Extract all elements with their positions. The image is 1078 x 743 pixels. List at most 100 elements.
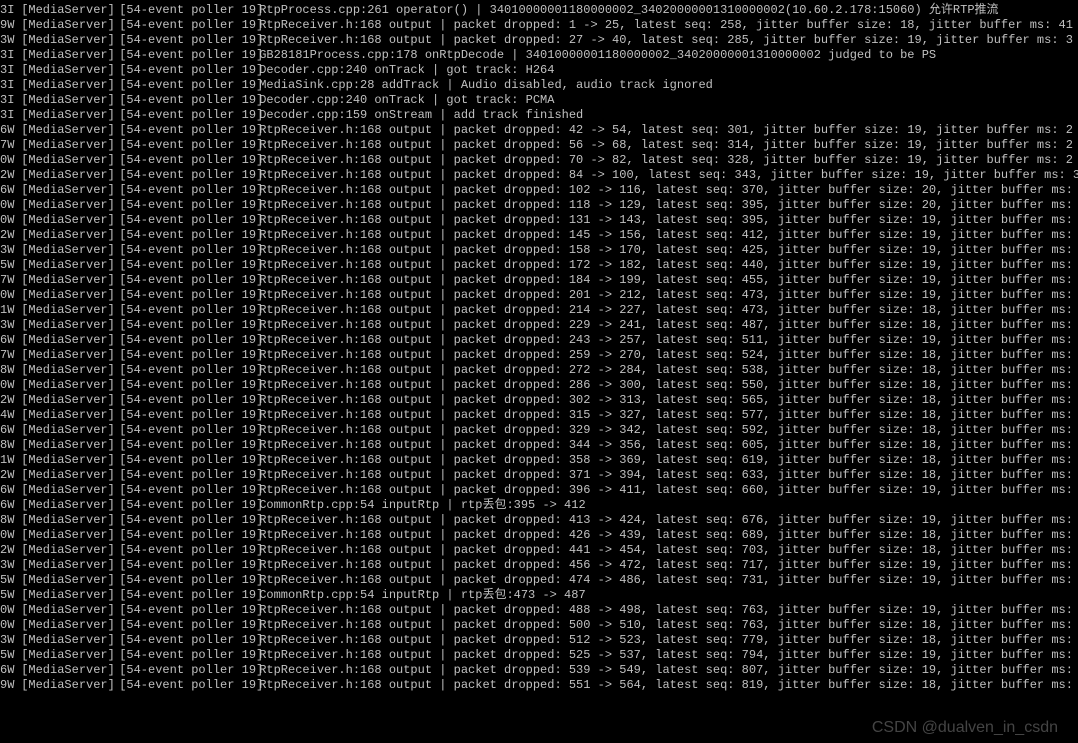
log-message: RtpReceiver.h:168 output | packet droppe… [259, 153, 1078, 168]
log-source: [MediaServer] [21, 48, 119, 63]
log-message: RtpReceiver.h:168 output | packet droppe… [259, 123, 1078, 138]
log-source: [MediaServer] [21, 213, 119, 228]
log-line: 8 W[MediaServer][54-event poller 19]RtpR… [0, 363, 1078, 378]
log-level: W [7, 258, 21, 273]
log-message: RtpReceiver.h:168 output | packet droppe… [259, 288, 1078, 303]
log-thread: [54-event poller 19] [119, 348, 259, 363]
log-level: W [7, 588, 21, 603]
log-thread: [54-event poller 19] [119, 33, 259, 48]
log-message: RtpReceiver.h:168 output | packet droppe… [259, 228, 1078, 243]
log-prefix: 3 [0, 633, 7, 648]
log-message: RtpReceiver.h:168 output | packet droppe… [259, 18, 1078, 33]
log-line: 9 W[MediaServer][54-event poller 19]RtpR… [0, 18, 1078, 33]
log-thread: [54-event poller 19] [119, 258, 259, 273]
log-level: W [7, 123, 21, 138]
log-line: 6 W[MediaServer][54-event poller 19]RtpR… [0, 423, 1078, 438]
log-source: [MediaServer] [21, 558, 119, 573]
log-message: RtpReceiver.h:168 output | packet droppe… [259, 213, 1078, 228]
log-prefix: 2 [0, 228, 7, 243]
log-line: 0 W[MediaServer][54-event poller 19]RtpR… [0, 378, 1078, 393]
log-message: RtpReceiver.h:168 output | packet droppe… [259, 423, 1078, 438]
log-level: W [7, 138, 21, 153]
log-prefix: 8 [0, 438, 7, 453]
log-line: 3 W[MediaServer][54-event poller 19]RtpR… [0, 633, 1078, 648]
log-thread: [54-event poller 19] [119, 303, 259, 318]
log-thread: [54-event poller 19] [119, 213, 259, 228]
log-message: RtpReceiver.h:168 output | packet droppe… [259, 138, 1078, 153]
log-source: [MediaServer] [21, 513, 119, 528]
log-level: W [7, 408, 21, 423]
log-thread: [54-event poller 19] [119, 78, 259, 93]
log-source: [MediaServer] [21, 3, 119, 18]
log-level: W [7, 228, 21, 243]
log-thread: [54-event poller 19] [119, 543, 259, 558]
log-line: 7 W[MediaServer][54-event poller 19]RtpR… [0, 138, 1078, 153]
log-thread: [54-event poller 19] [119, 573, 259, 588]
log-thread: [54-event poller 19] [119, 558, 259, 573]
log-message: RtpReceiver.h:168 output | packet droppe… [259, 483, 1078, 498]
log-prefix: 4 [0, 408, 7, 423]
log-prefix: 0 [0, 378, 7, 393]
log-line: 3 W[MediaServer][54-event poller 19]RtpR… [0, 318, 1078, 333]
log-thread: [54-event poller 19] [119, 408, 259, 423]
log-prefix: 8 [0, 513, 7, 528]
log-level: I [7, 108, 21, 123]
log-line: 0 W[MediaServer][54-event poller 19]RtpR… [0, 618, 1078, 633]
log-line: 2 W[MediaServer][54-event poller 19]RtpR… [0, 543, 1078, 558]
log-thread: [54-event poller 19] [119, 438, 259, 453]
log-line: 2 W[MediaServer][54-event poller 19]RtpR… [0, 468, 1078, 483]
log-level: W [7, 423, 21, 438]
log-source: [MediaServer] [21, 348, 119, 363]
log-prefix: 0 [0, 153, 7, 168]
log-source: [MediaServer] [21, 648, 119, 663]
log-level: W [7, 288, 21, 303]
log-line: 1 W[MediaServer][54-event poller 19]RtpR… [0, 453, 1078, 468]
log-thread: [54-event poller 19] [119, 618, 259, 633]
log-line: 0 W[MediaServer][54-event poller 19]RtpR… [0, 528, 1078, 543]
log-message: Decoder.cpp:240 onTrack | got track: PCM… [259, 93, 1078, 108]
log-level: I [7, 93, 21, 108]
log-prefix: 3 [0, 33, 7, 48]
log-prefix: 3 [0, 93, 7, 108]
log-level: W [7, 213, 21, 228]
log-thread: [54-event poller 19] [119, 678, 259, 693]
log-prefix: 3 [0, 63, 7, 78]
log-source: [MediaServer] [21, 453, 119, 468]
log-source: [MediaServer] [21, 333, 119, 348]
log-prefix: 9 [0, 18, 7, 33]
log-line: 3 W[MediaServer][54-event poller 19]RtpR… [0, 558, 1078, 573]
log-line: 7 W[MediaServer][54-event poller 19]RtpR… [0, 348, 1078, 363]
log-thread: [54-event poller 19] [119, 648, 259, 663]
log-prefix: 0 [0, 603, 7, 618]
log-line: 5 W[MediaServer][54-event poller 19]RtpR… [0, 573, 1078, 588]
log-prefix: 3 [0, 3, 7, 18]
log-thread: [54-event poller 19] [119, 123, 259, 138]
log-prefix: 0 [0, 213, 7, 228]
log-line: 0 W[MediaServer][54-event poller 19]RtpR… [0, 198, 1078, 213]
log-source: [MediaServer] [21, 528, 119, 543]
log-source: [MediaServer] [21, 468, 119, 483]
log-line: 5 W[MediaServer][54-event poller 19]Comm… [0, 588, 1078, 603]
log-prefix: 1 [0, 303, 7, 318]
log-source: [MediaServer] [21, 363, 119, 378]
log-message: RtpReceiver.h:168 output | packet droppe… [259, 648, 1078, 663]
log-line: 3 W[MediaServer][54-event poller 19]RtpR… [0, 243, 1078, 258]
log-source: [MediaServer] [21, 123, 119, 138]
log-thread: [54-event poller 19] [119, 288, 259, 303]
log-source: [MediaServer] [21, 288, 119, 303]
log-message: RtpProcess.cpp:261 operator() | 34010000… [259, 3, 1078, 18]
log-message: RtpReceiver.h:168 output | packet droppe… [259, 543, 1078, 558]
log-line: 0 W[MediaServer][54-event poller 19]RtpR… [0, 603, 1078, 618]
log-level: W [7, 393, 21, 408]
log-line: 6 W[MediaServer][54-event poller 19]Comm… [0, 498, 1078, 513]
log-thread: [54-event poller 19] [119, 138, 259, 153]
log-prefix: 7 [0, 138, 7, 153]
log-thread: [54-event poller 19] [119, 333, 259, 348]
log-output[interactable]: 3 I[MediaServer][54-event poller 19]RtpP… [0, 3, 1078, 693]
log-level: W [7, 168, 21, 183]
log-source: [MediaServer] [21, 573, 119, 588]
log-thread: [54-event poller 19] [119, 363, 259, 378]
log-prefix: 3 [0, 48, 7, 63]
log-source: [MediaServer] [21, 483, 119, 498]
log-message: RtpReceiver.h:168 output | packet droppe… [259, 243, 1078, 258]
